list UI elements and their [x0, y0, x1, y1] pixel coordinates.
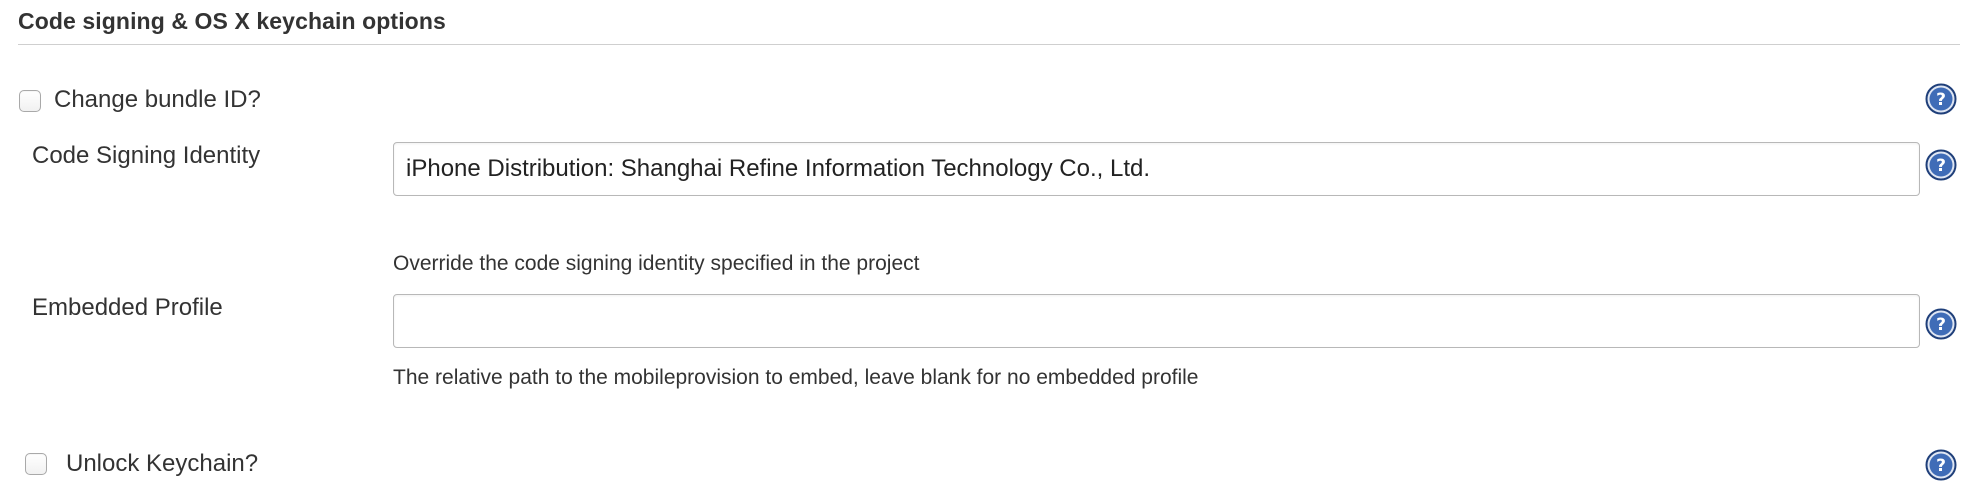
help-icon: ?: [1925, 449, 1957, 481]
svg-text:?: ?: [1936, 456, 1946, 476]
code-signing-identity-label: Code Signing Identity: [32, 142, 261, 169]
code-signing-identity-help-text: Override the code signing identity speci…: [393, 252, 920, 275]
embedded-profile-help-icon[interactable]: ?: [1925, 308, 1957, 340]
unlock-keychain-label[interactable]: Unlock Keychain?: [66, 450, 258, 478]
section-title: Code signing & OS X keychain options: [18, 8, 446, 34]
unlock-keychain-checkbox[interactable]: [25, 453, 47, 475]
svg-text:?: ?: [1936, 90, 1946, 110]
embedded-profile-label: Embedded Profile: [32, 294, 223, 321]
help-icon: ?: [1925, 83, 1957, 115]
svg-text:?: ?: [1936, 156, 1946, 176]
change-bundle-id-checkbox[interactable]: [19, 90, 41, 112]
unlock-keychain-help-icon[interactable]: ?: [1925, 449, 1957, 481]
svg-text:?: ?: [1936, 315, 1946, 335]
section-divider: [18, 44, 1960, 45]
help-icon: ?: [1925, 149, 1957, 181]
embedded-profile-help-text: The relative path to the mobileprovision…: [393, 366, 1199, 389]
help-icon: ?: [1925, 308, 1957, 340]
change-bundle-id-label[interactable]: Change bundle ID?: [54, 86, 261, 114]
change-bundle-id-help-icon[interactable]: ?: [1925, 83, 1957, 115]
embedded-profile-input[interactable]: [393, 294, 1920, 348]
code-signing-identity-help-icon[interactable]: ?: [1925, 149, 1957, 181]
code-signing-identity-input[interactable]: [393, 142, 1920, 196]
